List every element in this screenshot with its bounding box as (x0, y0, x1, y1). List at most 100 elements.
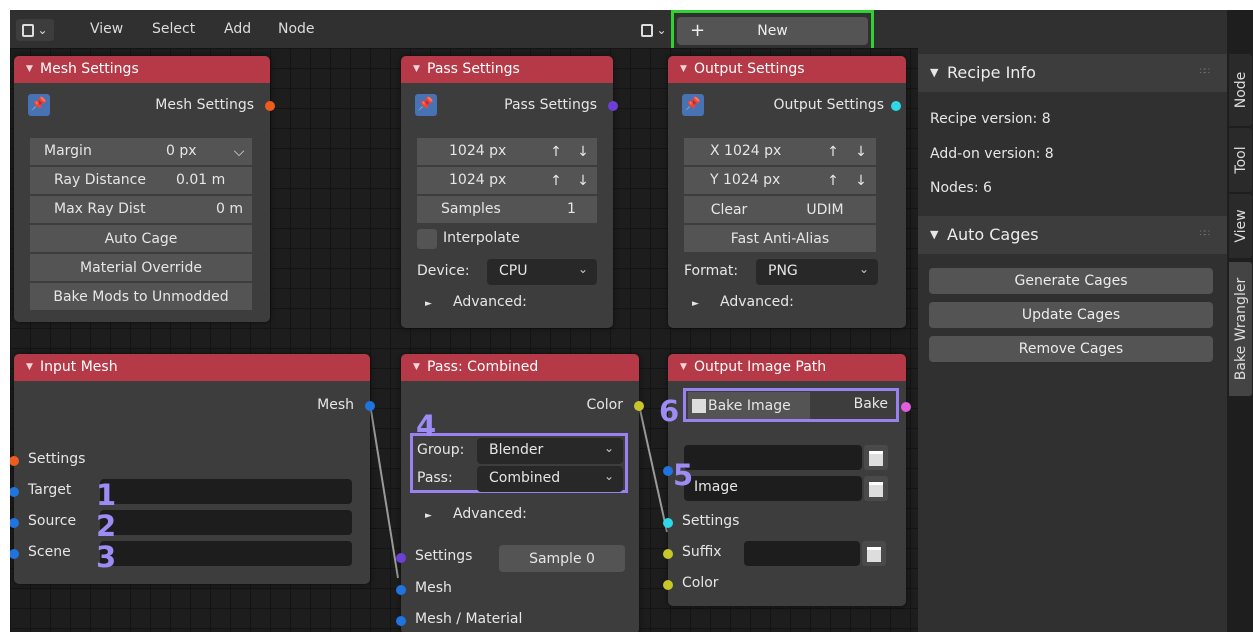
pass-dropdown[interactable]: Combined ⌄ (477, 466, 623, 492)
format-dropdown[interactable]: PNG ⌄ (756, 259, 878, 285)
editor-type-dropdown[interactable]: ⌄ (16, 19, 54, 41)
auto-cages-header[interactable]: ▼ Auto Cages ∷∷ (918, 216, 1227, 254)
down-arrow-icon[interactable]: ↓ (846, 138, 876, 165)
pin-icon[interactable]: 📌 (415, 94, 437, 116)
source-field[interactable] (100, 510, 352, 535)
image-browse-icon[interactable] (862, 541, 886, 566)
samples-field[interactable]: Samples 1 (417, 196, 597, 223)
tab-tool[interactable]: Tool (1229, 128, 1252, 192)
node-header[interactable]: ▼ Pass: Combined (401, 354, 639, 381)
image-input-socket[interactable] (663, 466, 673, 476)
node-header[interactable]: ▼ Mesh Settings (14, 56, 270, 83)
collapse-arrow-icon[interactable]: ▼ (930, 66, 938, 79)
source-input-socket[interactable] (10, 518, 19, 528)
menu-add[interactable]: Add (224, 21, 251, 37)
collapse-arrow-icon[interactable]: ▼ (930, 228, 938, 241)
menu-node[interactable]: Node (278, 21, 315, 37)
node-header[interactable]: ▼ Output Image Path (668, 354, 906, 381)
expand-arrow-icon[interactable]: ► (692, 299, 699, 309)
node-output-image-path[interactable]: ▼ Output Image Path Bake Image Bake Imag… (663, 354, 911, 606)
auto-cage-toggle[interactable]: Auto Cage (30, 225, 252, 252)
settings-input-socket[interactable] (396, 553, 406, 563)
settings-input-socket[interactable] (10, 456, 19, 466)
target-input-socket[interactable] (10, 487, 19, 497)
node-header[interactable]: ▼ Input Mesh (14, 354, 370, 381)
max-ray-dist-field[interactable]: Max Ray Dist 0 m (30, 196, 252, 223)
down-arrow-icon[interactable]: ↓ (569, 167, 597, 194)
node-output-settings[interactable]: ▼ Output Settings 📌 Output Settings X 10… (668, 56, 906, 328)
advanced-label[interactable]: Advanced: (453, 506, 527, 522)
node-tree-type-dropdown[interactable]: ⌄ (637, 19, 671, 41)
path-field[interactable] (684, 445, 862, 470)
group-dropdown[interactable]: Blender ⌄ (477, 438, 623, 464)
udim-button[interactable]: UDIM (774, 196, 876, 223)
expand-arrow-icon[interactable]: ► (425, 299, 432, 309)
output-socket[interactable] (265, 101, 275, 111)
expand-arrow-icon[interactable]: ► (425, 511, 432, 521)
y-resolution-field[interactable]: Y 1024 px (684, 167, 820, 194)
margin-field[interactable]: Margin 0 px (30, 138, 226, 165)
new-button[interactable]: + New (677, 17, 868, 45)
margin-mode-icon[interactable]: ⌵ (226, 138, 252, 165)
collapse-arrow-icon[interactable]: ▼ (26, 362, 33, 372)
bake-image-button[interactable]: Bake Image (688, 392, 810, 419)
suffix-field[interactable] (744, 541, 860, 566)
fast-anti-alias-toggle[interactable]: Fast Anti-Alias (684, 225, 876, 252)
recipe-info-header[interactable]: ▼ Recipe Info ∷∷ (918, 54, 1227, 92)
update-cages-button[interactable]: Update Cages (929, 302, 1213, 328)
node-header[interactable]: ▼ Pass Settings (401, 56, 613, 83)
collapse-arrow-icon[interactable]: ▼ (680, 362, 687, 372)
bake-mods-toggle[interactable]: Bake Mods to Unmodded (30, 283, 252, 310)
height-field[interactable]: 1024 px (417, 167, 543, 194)
clear-button[interactable]: Clear (684, 196, 774, 223)
menu-view[interactable]: View (90, 21, 123, 37)
node-canvas[interactable]: ▼ Mesh Settings 📌 Mesh Settings Margin 0… (10, 48, 918, 632)
pin-icon[interactable]: 📌 (28, 94, 50, 116)
drag-handle-icon[interactable]: ∷∷ (1200, 67, 1211, 77)
node-pass-settings[interactable]: ▼ Pass Settings 📌 Pass Settings 1024 px … (401, 56, 618, 328)
folder-icon[interactable] (864, 445, 888, 470)
image-name-field[interactable]: Image (684, 476, 862, 501)
device-dropdown[interactable]: CPU ⌄ (487, 259, 597, 285)
output-socket[interactable] (608, 101, 618, 111)
node-header[interactable]: ▼ Output Settings (668, 56, 906, 83)
folder-icon[interactable] (864, 476, 888, 501)
up-arrow-icon[interactable]: ↑ (543, 167, 569, 194)
up-arrow-icon[interactable]: ↑ (543, 138, 569, 165)
sample-field[interactable]: Sample 0 (499, 545, 625, 572)
ray-distance-field[interactable]: Ray Distance 0.01 m (30, 167, 252, 194)
collapse-arrow-icon[interactable]: ▼ (413, 64, 420, 74)
scene-field[interactable] (100, 541, 352, 566)
color-input-socket[interactable] (663, 580, 673, 590)
up-arrow-icon[interactable]: ↑ (820, 138, 846, 165)
target-field[interactable] (100, 479, 352, 504)
generate-cages-button[interactable]: Generate Cages (929, 268, 1213, 294)
suffix-input-socket[interactable] (663, 549, 673, 559)
scene-input-socket[interactable] (10, 549, 19, 559)
advanced-label[interactable]: Advanced: (720, 294, 794, 310)
node-mesh-settings[interactable]: ▼ Mesh Settings 📌 Mesh Settings Margin 0… (14, 56, 275, 322)
mesh-input-socket[interactable] (396, 585, 406, 595)
collapse-arrow-icon[interactable]: ▼ (413, 362, 420, 372)
output-socket[interactable] (891, 101, 901, 111)
up-arrow-icon[interactable]: ↑ (820, 167, 846, 194)
output-socket[interactable] (365, 401, 375, 411)
node-pass-combined[interactable]: ▼ Pass: Combined Color Group: Blender ⌄ … (396, 354, 644, 632)
tab-view[interactable]: View (1229, 194, 1252, 258)
bake-output-socket[interactable] (901, 402, 911, 412)
width-field[interactable]: 1024 px (417, 138, 543, 165)
tab-bake-wrangler[interactable]: Bake Wrangler (1229, 262, 1252, 396)
tab-node[interactable]: Node (1229, 54, 1252, 126)
collapse-arrow-icon[interactable]: ▼ (26, 64, 33, 74)
pin-icon[interactable]: 📌 (682, 94, 704, 116)
remove-cages-button[interactable]: Remove Cages (929, 336, 1213, 362)
menu-select[interactable]: Select (152, 21, 195, 37)
x-resolution-field[interactable]: X 1024 px (684, 138, 820, 165)
settings-input-socket[interactable] (663, 518, 673, 528)
drag-handle-icon[interactable]: ∷∷ (1200, 229, 1211, 239)
advanced-label[interactable]: Advanced: (453, 294, 527, 310)
down-arrow-icon[interactable]: ↓ (846, 167, 876, 194)
material-override-toggle[interactable]: Material Override (30, 254, 252, 281)
output-socket[interactable] (634, 401, 644, 411)
down-arrow-icon[interactable]: ↓ (569, 138, 597, 165)
